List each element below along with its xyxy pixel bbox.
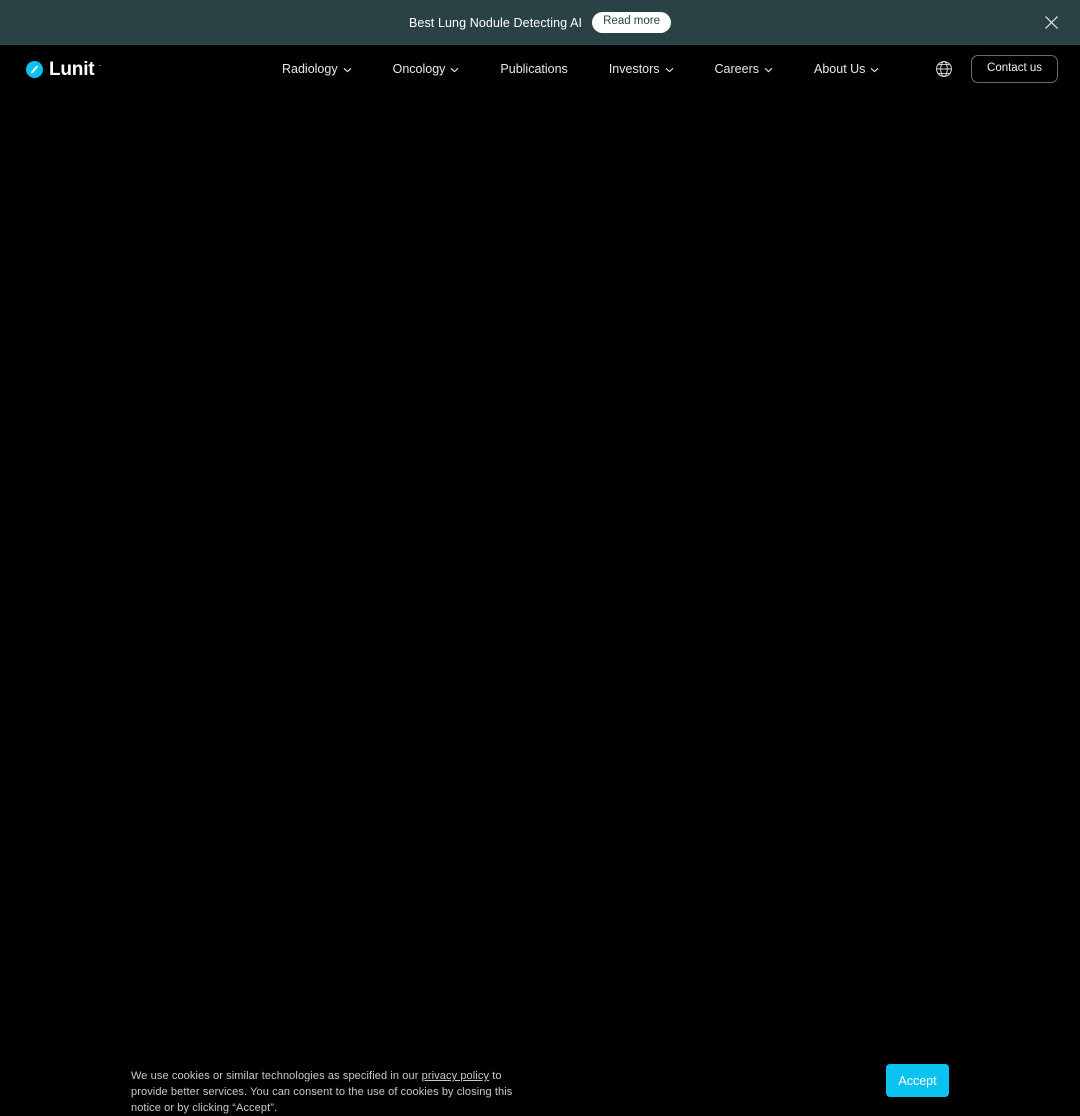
header-actions: Contact us bbox=[933, 55, 1058, 83]
site-header: Lunit · Radiology Oncology Publications bbox=[0, 45, 1080, 93]
read-more-button[interactable]: Read more bbox=[592, 12, 672, 33]
nav-item-about-us[interactable]: About Us bbox=[814, 56, 879, 82]
nav-label: About Us bbox=[814, 62, 866, 76]
chevron-down-icon bbox=[450, 67, 459, 73]
nav-item-oncology[interactable]: Oncology bbox=[393, 56, 460, 82]
main-navigation: Radiology Oncology Publications Investor… bbox=[282, 56, 879, 82]
nav-label: Oncology bbox=[392, 62, 446, 76]
privacy-policy-link[interactable]: privacy policy bbox=[422, 1070, 489, 1082]
close-banner-button[interactable] bbox=[1038, 10, 1064, 36]
nav-label: Careers bbox=[714, 62, 759, 76]
nav-label: Investors bbox=[608, 62, 660, 76]
nav-item-careers[interactable]: Careers bbox=[715, 56, 773, 82]
nav-label: Radiology bbox=[282, 62, 338, 76]
promo-banner-content: Best Lung Nodule Detecting AI Read more bbox=[408, 12, 672, 33]
cookie-text-before-link: We use cookies or similar technologies a… bbox=[131, 1070, 422, 1082]
accept-cookies-button[interactable]: Accept bbox=[886, 1064, 949, 1097]
nav-item-publications[interactable]: Publications bbox=[500, 56, 567, 82]
nav-item-radiology[interactable]: Radiology bbox=[282, 56, 352, 82]
contact-us-button[interactable]: Contact us bbox=[971, 55, 1058, 83]
logo-superscript: · bbox=[98, 59, 102, 70]
chevron-down-icon bbox=[870, 67, 879, 73]
lunit-circle-slash-icon bbox=[26, 60, 43, 78]
logo-wordmark: Lunit bbox=[49, 58, 95, 80]
close-icon bbox=[1044, 16, 1058, 29]
nav-label: Publications bbox=[500, 62, 568, 76]
cookie-consent-text: We use cookies or similar technologies a… bbox=[131, 1068, 531, 1116]
chevron-down-icon bbox=[665, 67, 674, 73]
lunit-logo[interactable]: Lunit · bbox=[26, 60, 101, 79]
nav-item-investors[interactable]: Investors bbox=[609, 56, 674, 82]
promo-banner: Best Lung Nodule Detecting AI Read more bbox=[0, 0, 1080, 45]
promo-banner-message: Best Lung Nodule Detecting AI bbox=[408, 15, 583, 30]
language-selector-button[interactable] bbox=[933, 58, 955, 80]
globe-icon bbox=[936, 61, 952, 77]
cookie-consent-bar: We use cookies or similar technologies a… bbox=[0, 518, 1080, 1114]
chevron-down-icon bbox=[343, 67, 352, 73]
chevron-down-icon bbox=[764, 67, 773, 73]
